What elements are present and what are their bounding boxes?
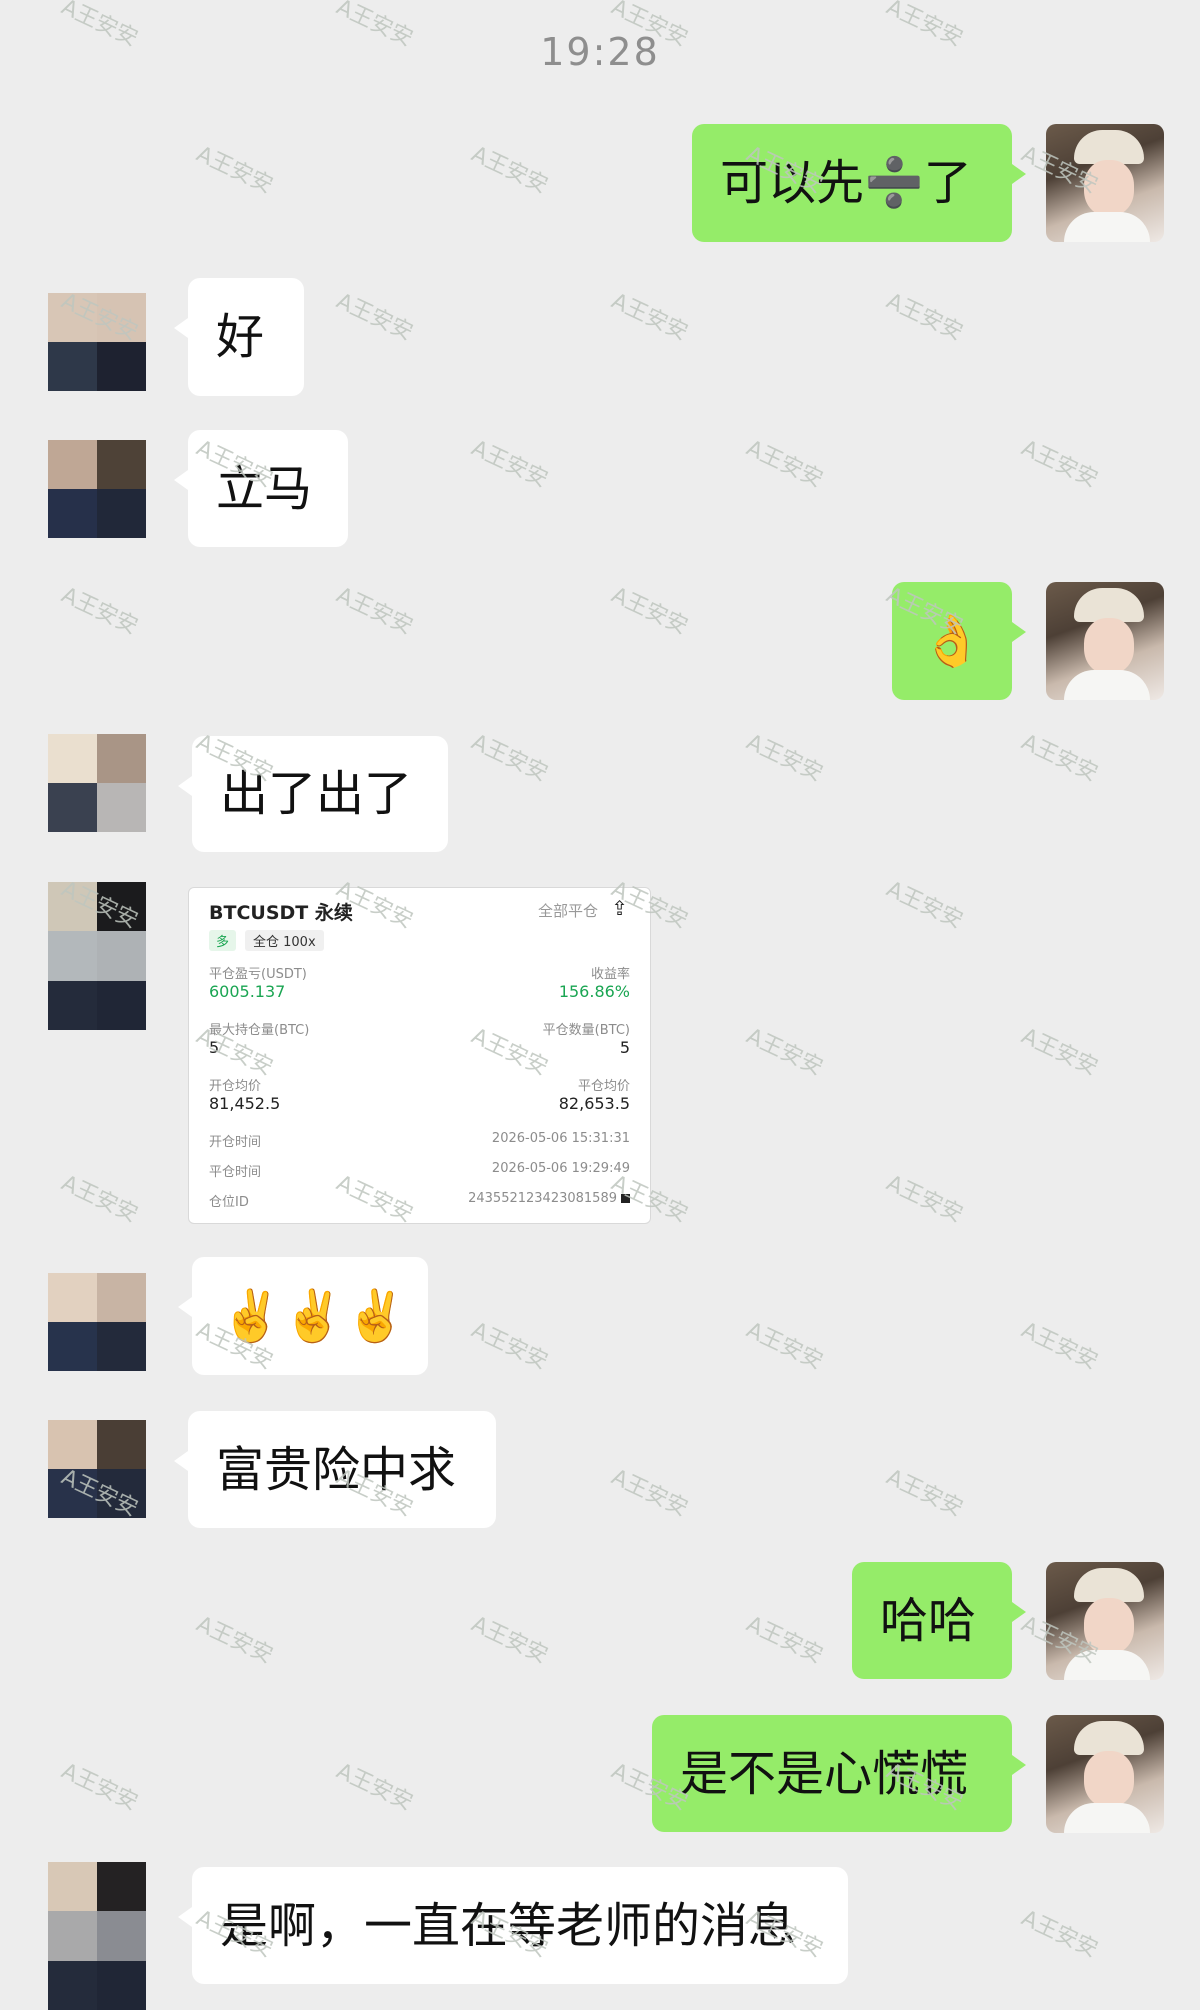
watermark-text: A王安安 [332,1758,417,1816]
watermark-text: A王安安 [882,876,967,934]
share-icon: ⇪ [611,896,628,920]
message-text: 是不是心慌慌 [680,1745,969,1802]
message-text: 富贵险中求 [216,1441,457,1498]
message-bubble-sent[interactable]: 是不是心慌慌 [652,1715,1026,1832]
message-bubble-received[interactable]: ✌️✌️✌️ [178,1257,428,1375]
watermark-text: A王安安 [1017,435,1102,493]
watermark-text: A王安安 [1017,1317,1102,1375]
close-time-label: 平仓时间 [209,1165,262,1180]
watermark-text: A王安安 [467,435,552,493]
my-avatar[interactable] [1046,582,1164,700]
message-bubble-sent[interactable]: 哈哈 [852,1562,1026,1679]
message-bubble-received[interactable]: 富贵险中求 [174,1411,496,1528]
close-avg-value: 82,653.5 [558,1094,630,1113]
roi-label: 收益率 [590,967,630,982]
watermark-text: A王安安 [192,1611,277,1669]
watermark-text: A王安安 [607,288,692,346]
message-text: 哈哈 [880,1592,977,1649]
watermark-text: A王安安 [57,1758,142,1816]
position-id-label: 仓位ID [209,1195,249,1210]
watermark-text: A王安安 [57,582,142,640]
watermark-text: A王安安 [467,1317,552,1375]
contact-avatar[interactable] [48,882,146,1030]
timestamp: 19:28 [540,30,660,74]
close-all-label: 全部平仓 [537,902,598,920]
max-position-label: 最大持仓量(BTC) [209,1023,310,1038]
max-position-value: 5 [209,1038,220,1057]
message-bubble-received[interactable]: 是啊，一直在等老师的消息 [178,1867,848,1984]
watermark-text: A王安安 [332,582,417,640]
my-avatar[interactable] [1046,1715,1164,1833]
my-avatar[interactable] [1046,124,1164,242]
message-text: 出了出了 [220,766,413,822]
watermark-text: A王安安 [467,1611,552,1669]
watermark-text: A王安安 [1017,1905,1102,1963]
watermark-text: A王安安 [1017,1023,1102,1081]
ok-hand-emoji: 👌 [920,612,984,670]
message-bubble-received[interactable]: 立马 [174,430,348,547]
watermark-text: A王安安 [192,141,277,199]
close-time-value: 2026-05-06 19:29:49 [491,1161,630,1176]
watermark-text: A王安安 [607,1464,692,1522]
watermark-text: A王安安 [607,582,692,640]
message-bubble-sent[interactable]: 可以先➗了 [692,124,1026,242]
contact-avatar[interactable] [48,1420,146,1518]
message-text: 可以先➗了 [720,155,972,211]
message-bubble-received[interactable]: 好 [174,278,304,396]
watermark-text: A王安安 [882,288,967,346]
watermark-text: A王安安 [467,141,552,199]
roi-value: 156.86% [558,982,630,1001]
open-time-value: 2026-05-06 15:31:31 [491,1131,630,1146]
trade-screenshot-card[interactable]: BTCUSDT 永续 全部平仓 ⇪ 多 全仓 100x 平仓盈亏(USDT) 6… [188,887,651,1224]
contact-avatar[interactable] [48,734,146,832]
my-avatar[interactable] [1046,1562,1164,1680]
watermark-text: A王安安 [882,1464,967,1522]
copy-icon [621,1194,630,1203]
pnl-label: 平仓盈亏(USDT) [209,967,307,982]
pnl-value: 6005.137 [209,982,286,1001]
contact-avatar[interactable] [48,293,146,391]
watermark-text: A王安安 [742,729,827,787]
watermark-text: A王安安 [742,1317,827,1375]
victory-emoji: ✌️✌️✌️ [220,1287,407,1345]
watermark-text: A王安安 [467,729,552,787]
contact-avatar[interactable] [48,1273,146,1371]
margin-tag: 全仓 100x [245,930,324,951]
direction-tag: 多 [209,930,237,951]
contact-avatar[interactable] [48,440,146,538]
message-bubble-sent[interactable]: 👌 [892,582,1026,700]
message-bubble-received[interactable]: 出了出了 [178,736,448,852]
close-avg-label: 平仓均价 [577,1079,630,1094]
close-qty-value: 5 [619,1038,630,1057]
watermark-text: A王安安 [57,1170,142,1228]
watermark-text: A王安安 [882,1170,967,1228]
open-time-label: 开仓时间 [209,1135,262,1150]
watermark-text: A王安安 [1017,729,1102,787]
card-title: BTCUSDT 永续 [209,902,353,924]
watermark-text: A王安安 [332,288,417,346]
watermark-text: A王安安 [742,1023,827,1081]
contact-avatar[interactable] [48,1862,146,2010]
close-qty-label: 平仓数量(BTC) [542,1023,630,1038]
open-avg-value: 81,452.5 [209,1094,281,1113]
watermark-text: A王安安 [742,435,827,493]
message-text: 好 [216,309,265,365]
message-text: 是啊，一直在等老师的消息 [220,1897,797,1954]
position-id-value: 243552123423081589 [468,1191,617,1206]
message-text: 立马 [216,460,313,517]
watermark-text: A王安安 [742,1611,827,1669]
open-avg-label: 开仓均价 [209,1079,262,1094]
